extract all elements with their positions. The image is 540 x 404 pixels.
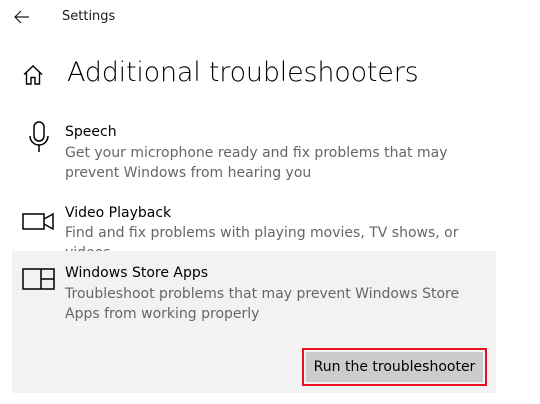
troubleshooter-windows-store-apps[interactable]: Windows Store Apps Troubleshoot problems…: [12, 251, 496, 393]
app-title: Settings: [62, 9, 116, 24]
troubleshooter-name: Windows Store Apps: [65, 265, 209, 281]
page-title: Additional troubleshooters: [67, 57, 419, 88]
video-camera-icon: [22, 212, 54, 231]
troubleshooter-name: Video Playback: [65, 205, 172, 221]
back-button[interactable]: [10, 6, 34, 28]
arrow-left-icon: [14, 10, 29, 24]
run-troubleshooter-button[interactable]: Run the troubleshooter: [306, 352, 483, 382]
troubleshooter-speech[interactable]: Speech Get your microphone ready and fix…: [12, 114, 496, 190]
store-apps-icon: [22, 268, 55, 290]
settings-window: Settings Additional troubleshooters Spee…: [0, 0, 540, 404]
troubleshooter-description: Troubleshoot problems that may prevent W…: [65, 286, 460, 322]
microphone-icon: [29, 121, 49, 152]
title-bar: Settings: [0, 0, 540, 34]
troubleshooter-description: Get your microphone ready and fix proble…: [65, 145, 448, 181]
troubleshooter-video-playback[interactable]: Video Playback Find and fix problems wit…: [12, 196, 496, 261]
troubleshooter-name: Speech: [65, 124, 117, 140]
home-icon[interactable]: [22, 64, 44, 86]
run-button-highlight: Run the troubleshooter: [302, 348, 487, 386]
